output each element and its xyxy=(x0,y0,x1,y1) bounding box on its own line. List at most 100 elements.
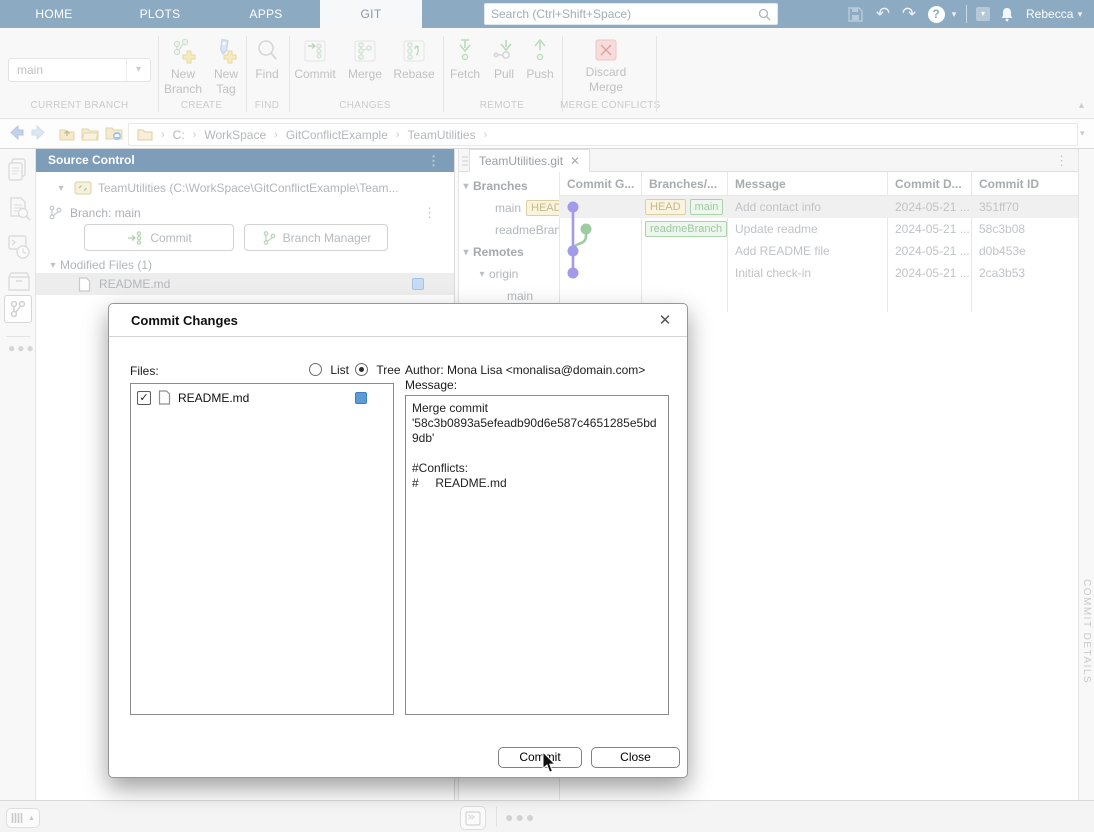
files-panel-icon[interactable] xyxy=(7,157,29,183)
collapse-caret-icon[interactable]: ▾ xyxy=(475,269,489,280)
discard-merge-button[interactable]: Discard Merge xyxy=(570,38,642,95)
commit-message-cell[interactable]: Update readme xyxy=(727,218,887,240)
commit-id-cell[interactable]: 58c3b08 xyxy=(971,218,1079,240)
col-header-branches[interactable]: Branches/... xyxy=(641,172,727,196)
search-input[interactable] xyxy=(491,7,758,21)
collapse-caret-icon[interactable]: ▾ xyxy=(459,247,473,258)
redo-icon[interactable]: ↷ xyxy=(898,0,920,28)
branches-group[interactable]: ▾ Branches xyxy=(459,175,559,197)
remote-origin[interactable]: ▾ origin xyxy=(475,263,559,285)
dialog-title-bar[interactable]: Commit Changes ✕ xyxy=(109,304,687,337)
collapse-ribbon-icon[interactable]: ▴ xyxy=(1079,100,1084,111)
branch-manager-button[interactable]: Branch Manager xyxy=(244,224,388,251)
list-radio[interactable]: List xyxy=(309,363,349,377)
combobox-dropdown-icon[interactable]: ▾ xyxy=(126,59,150,81)
collapse-caret-icon[interactable]: ▾ xyxy=(54,183,68,194)
commit-id-cell[interactable]: 351ff70 xyxy=(971,196,1079,218)
breadcrumb[interactable]: › C: › WorkSpace › GitConflictExample › … xyxy=(128,123,1078,146)
history-panel-menu-icon[interactable]: ⋮ xyxy=(1055,153,1068,169)
dialog-file-row[interactable]: ✓ README.md xyxy=(137,390,389,405)
user-dropdown-icon[interactable]: ▾ xyxy=(1072,0,1088,28)
sidebar-more-icon[interactable]: ●●● xyxy=(8,341,36,355)
command-history-panel-icon[interactable] xyxy=(7,233,31,261)
repo-tree-item[interactable]: ▾ TeamUtilities (C:\WorkSpace\GitConflic… xyxy=(36,177,454,199)
col-header-commit-graph[interactable]: Commit G... xyxy=(559,172,641,196)
address-dropdown-icon[interactable]: ▾ xyxy=(1080,128,1085,139)
workspace-panel-icon[interactable] xyxy=(7,271,31,293)
forward-icon[interactable] xyxy=(30,124,47,141)
col-header-commit-id[interactable]: Commit ID xyxy=(971,172,1079,196)
tab-home[interactable]: HOME xyxy=(18,0,90,28)
back-icon[interactable] xyxy=(8,124,25,141)
source-control-panel-button[interactable] xyxy=(4,295,32,323)
current-branch-combobox[interactable]: main ▾ xyxy=(8,58,151,82)
tab-apps[interactable]: APPS xyxy=(230,0,302,28)
tab-plots[interactable]: PLOTS xyxy=(124,0,196,28)
dialog-commit-button[interactable]: Commit xyxy=(498,747,582,768)
merge-button[interactable]: Merge xyxy=(344,38,386,82)
new-branch-button[interactable]: New Branch xyxy=(160,38,206,97)
commit-date-cell[interactable]: 2024-05-21 ... xyxy=(887,262,971,284)
crumb-drive[interactable]: C: xyxy=(173,128,185,142)
save-icon[interactable] xyxy=(844,0,866,28)
user-menu[interactable]: Rebecca xyxy=(1026,0,1073,28)
tab-teamutilities-git[interactable]: TeamUtilities.git ✕ xyxy=(469,149,590,172)
branch-item-main[interactable]: main HEAD xyxy=(495,197,559,219)
commit-date-cell[interactable]: 2024-05-21 ... xyxy=(887,196,971,218)
push-button[interactable]: Push xyxy=(522,38,558,82)
branch-item-readmebranch[interactable]: readmeBranch xyxy=(495,219,559,241)
rebase-button[interactable]: Rebase xyxy=(390,38,438,82)
commit-date-cell[interactable]: 2024-05-21 ... xyxy=(887,240,971,262)
close-tab-icon[interactable]: ✕ xyxy=(570,154,580,168)
mini-dropdown-icon[interactable]: ▾ xyxy=(974,0,992,28)
find-files-panel-icon[interactable] xyxy=(7,196,31,222)
dialog-close-button[interactable]: Close xyxy=(591,747,680,768)
help-icon[interactable]: ? xyxy=(926,0,946,28)
commit-button-ribbon[interactable]: Commit xyxy=(292,38,338,82)
fetch-button[interactable]: Fetch xyxy=(446,38,484,82)
files-listbox[interactable]: ✓ README.md xyxy=(130,383,394,715)
commit-panel-button[interactable]: Commit xyxy=(84,224,234,251)
checkbox-checked-icon[interactable]: ✓ xyxy=(137,391,151,405)
commit-details-strip[interactable]: COMMIT DETAILS xyxy=(1078,149,1094,800)
dialog-close-icon[interactable]: ✕ xyxy=(655,311,675,331)
notifications-bell-icon[interactable] xyxy=(996,0,1018,28)
remotes-group[interactable]: ▾ Remotes xyxy=(459,241,559,263)
row-badges[interactable]: readmeBranch xyxy=(641,218,727,240)
undo-icon[interactable]: ↶ xyxy=(872,0,894,28)
col-header-message[interactable]: Message xyxy=(727,172,887,196)
new-tag-button[interactable]: New Tag xyxy=(206,38,246,97)
cloud-folder-icon[interactable] xyxy=(104,124,124,142)
branch-row[interactable]: Branch: main ⋮ xyxy=(36,202,454,224)
panel-toggle-button[interactable]: ▲ xyxy=(6,808,40,828)
commit-id-cell[interactable]: d0b453e xyxy=(971,240,1079,262)
commit-message-textarea[interactable]: Merge commit '58c3b0893a5efeadb90d6e587c… xyxy=(405,395,669,715)
radio-selected-icon[interactable] xyxy=(355,363,368,376)
statusbar-more-icon[interactable]: ●●● xyxy=(505,809,536,825)
radio-unselected-icon[interactable] xyxy=(309,363,322,376)
tab-git[interactable]: GIT xyxy=(320,0,422,28)
commit-message-cell[interactable]: Add README file xyxy=(727,240,887,262)
panel-menu-icon[interactable]: ⋮ xyxy=(427,149,440,172)
modified-file-row[interactable]: README.md xyxy=(36,273,454,295)
col-header-commit-date[interactable]: Commit D... xyxy=(887,172,971,196)
find-button[interactable]: Find xyxy=(249,38,285,82)
pull-button[interactable]: Pull xyxy=(488,38,520,82)
commit-date-cell[interactable]: 2024-05-21 ... xyxy=(887,218,971,240)
open-folder-icon[interactable] xyxy=(80,124,100,142)
crumb-teamutilities[interactable]: TeamUtilities xyxy=(408,128,476,142)
command-window-button[interactable] xyxy=(460,806,486,830)
branch-menu-icon[interactable]: ⋮ xyxy=(423,205,436,221)
global-search[interactable] xyxy=(484,3,778,25)
collapse-caret-icon[interactable]: ▾ xyxy=(459,181,473,192)
commit-id-cell[interactable]: 2ca3b53 xyxy=(971,262,1079,284)
row-badges[interactable]: HEAD main xyxy=(641,196,727,218)
help-dropdown-icon[interactable]: ▾ xyxy=(947,0,961,28)
crumb-workspace[interactable]: WorkSpace xyxy=(204,128,266,142)
tree-radio[interactable]: Tree xyxy=(355,363,401,377)
crumb-gitconflictexample[interactable]: GitConflictExample xyxy=(286,128,388,142)
commit-message-cell[interactable]: Add contact info xyxy=(727,196,887,218)
commit-message-cell[interactable]: Initial check-in xyxy=(727,262,887,284)
up-folder-icon[interactable] xyxy=(58,124,76,142)
collapse-caret-icon[interactable]: ▾ xyxy=(46,260,60,271)
